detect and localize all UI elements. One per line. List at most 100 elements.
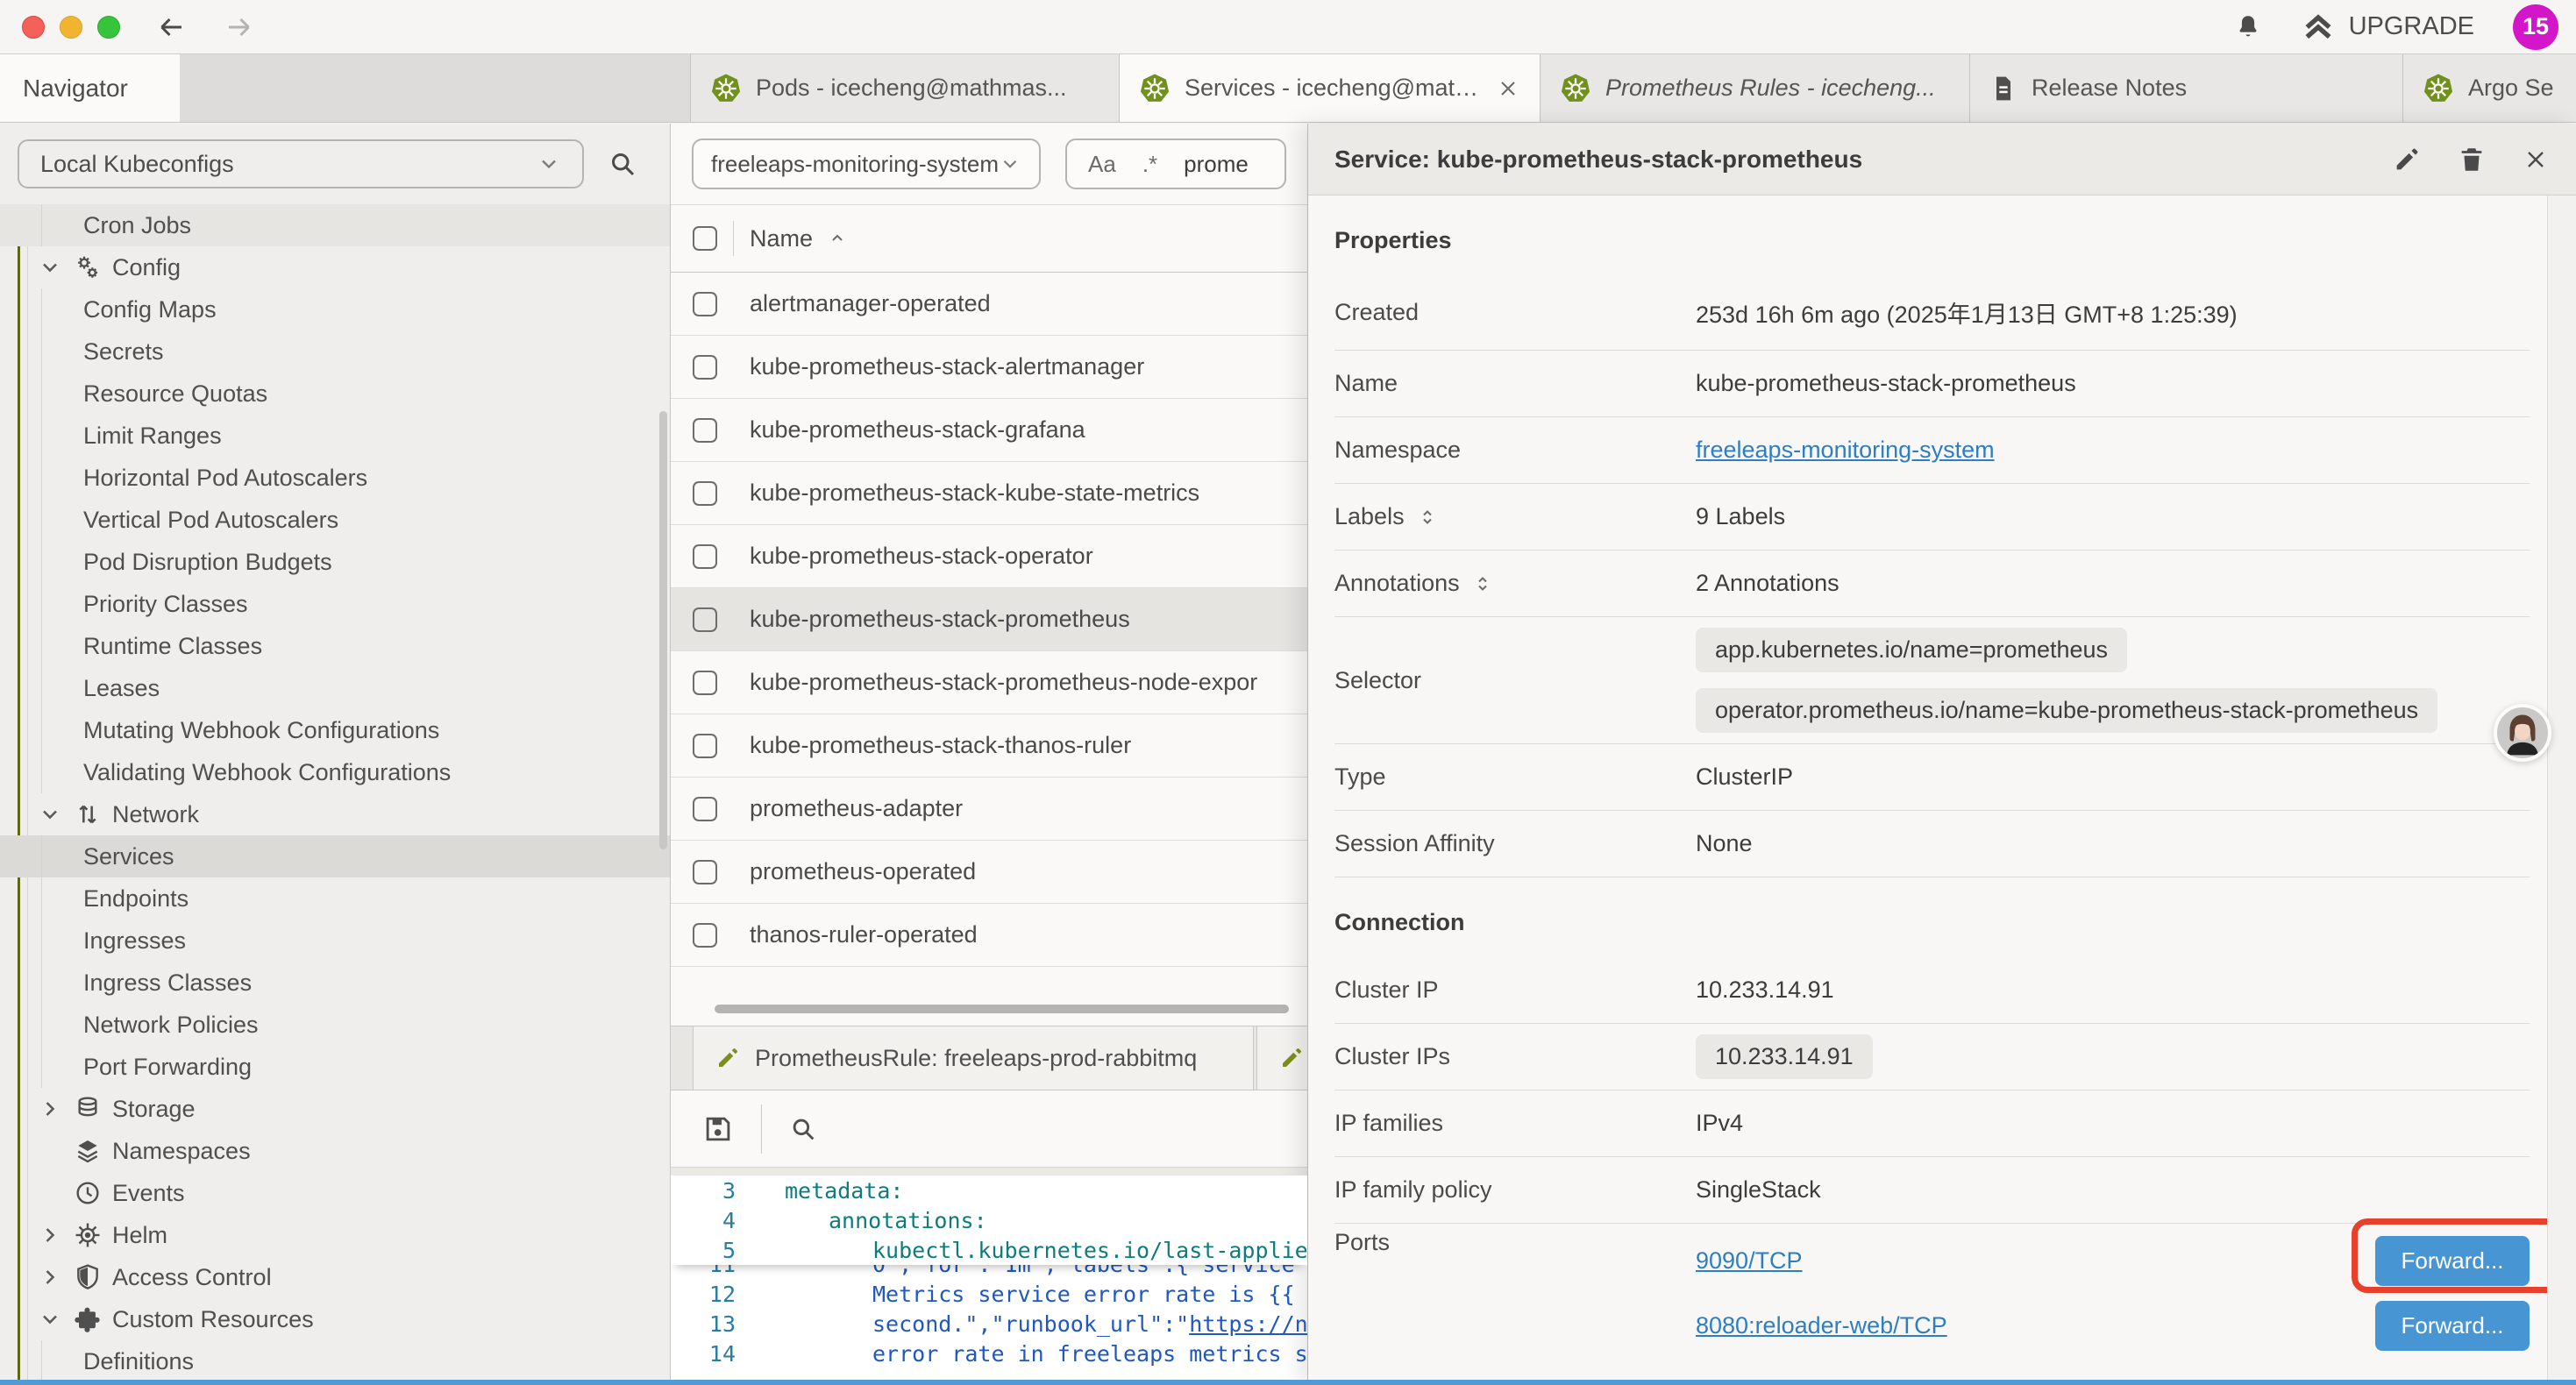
upgrade-button[interactable]: UPGRADE — [2302, 11, 2474, 44]
row-checkbox[interactable] — [693, 544, 717, 569]
table-row[interactable]: alertmanager-operated — [671, 273, 1307, 336]
sidebar-item-network[interactable]: Network — [0, 793, 670, 835]
port-link[interactable]: 9090/TCP — [1696, 1247, 1803, 1275]
sidebar-item-priority-classes[interactable]: Priority Classes — [0, 583, 670, 625]
forward-button[interactable]: Forward... — [2375, 1236, 2530, 1286]
table-row[interactable]: kube-prometheus-stack-kube-state-metrics — [671, 462, 1307, 525]
back-arrow-icon[interactable] — [155, 11, 187, 43]
sidebar-item-namespaces[interactable]: Namespaces — [0, 1130, 670, 1172]
sidebar-item-label: Pod Disruption Budgets — [83, 549, 332, 576]
expander-icon[interactable] — [1472, 573, 1493, 594]
row-checkbox[interactable] — [693, 923, 717, 948]
table-row[interactable]: prometheus-operated — [671, 841, 1307, 904]
forward-button[interactable]: Forward... — [2375, 1301, 2530, 1351]
search-icon[interactable] — [607, 148, 638, 180]
tab-argo-se[interactable]: Argo Se — [2403, 54, 2576, 122]
editor-tab[interactable] — [1256, 1026, 1308, 1090]
sidebar-item-custom-resources[interactable]: Custom Resources — [0, 1298, 670, 1340]
bell-icon[interactable] — [2233, 12, 2263, 42]
close-icon[interactable] — [2522, 146, 2550, 174]
row-checkbox[interactable] — [693, 418, 717, 443]
property-row-type: TypeClusterIP — [1334, 744, 2530, 811]
sidebar-item-access-control[interactable]: Access Control — [0, 1256, 670, 1298]
row-checkbox[interactable] — [693, 607, 717, 632]
delete-icon[interactable] — [2457, 145, 2487, 174]
table-row[interactable]: kube-prometheus-stack-prometheus — [671, 588, 1307, 651]
match-case-toggle[interactable]: Aa — [1088, 151, 1116, 178]
table-row[interactable]: kube-prometheus-stack-grafana — [671, 399, 1307, 462]
row-checkbox[interactable] — [693, 671, 717, 695]
table-row[interactable]: kube-prometheus-stack-operator — [671, 525, 1307, 588]
sidebar-item-vertical-pod-autoscalers[interactable]: Vertical Pod Autoscalers — [0, 499, 670, 541]
row-checkbox[interactable] — [693, 860, 717, 884]
row-checkbox[interactable] — [693, 797, 717, 821]
tab-prometheus-rules-icecheng-[interactable]: Prometheus Rules - icecheng... — [1541, 54, 1970, 122]
sticky-scroll-lines: 3metadata:4annotations:5kubectl.kubernet… — [671, 1175, 1307, 1265]
table-row[interactable]: thanos-ruler-operated — [671, 904, 1307, 967]
minimize-window-button[interactable] — [60, 16, 82, 39]
sidebar-item-definitions[interactable]: Definitions — [0, 1340, 670, 1382]
table-row[interactable]: kube-prometheus-stack-thanos-ruler — [671, 714, 1307, 778]
editor-tab-prometheusrule-freeleaps-prod-[interactable]: PrometheusRule: freeleaps-prod-rabbitmq — [693, 1026, 1254, 1090]
maximize-window-button[interactable] — [97, 16, 120, 39]
edit-icon[interactable] — [2392, 145, 2422, 174]
sidebar-item-storage[interactable]: Storage — [0, 1088, 670, 1130]
property-row-selector: Selectorapp.kubernetes.io/name=prometheu… — [1334, 617, 2530, 744]
editor-search-icon[interactable] — [788, 1114, 818, 1144]
sidebar-item-horizontal-pod-autoscalers[interactable]: Horizontal Pod Autoscalers — [0, 457, 670, 499]
sidebar-item-services[interactable]: Services — [0, 835, 670, 877]
property-row-labels: Labels9 Labels — [1334, 484, 2530, 550]
port-link[interactable]: 8080:reloader-web/TCP — [1696, 1312, 1947, 1339]
sidebar-item-network-policies[interactable]: Network Policies — [0, 1004, 670, 1046]
sidebar-item-leases[interactable]: Leases — [0, 667, 670, 709]
table-row[interactable]: kube-prometheus-stack-prometheus-node-ex… — [671, 651, 1307, 714]
namespace-filter-select[interactable]: freeleaps-monitoring-system — [692, 138, 1041, 189]
drawer-scroll-gutter[interactable] — [2547, 195, 2576, 1380]
row-checkbox[interactable] — [693, 292, 717, 316]
tab-pods-icecheng-mathmas-[interactable]: Pods - icecheng@mathmas... — [690, 54, 1120, 122]
sidebar-item-events[interactable]: Events — [0, 1172, 670, 1214]
sidebar-item-config[interactable]: Config — [0, 246, 670, 288]
navigator-panel-tab[interactable]: Navigator — [0, 54, 180, 122]
sidebar-item-validating-webhook-configurations[interactable]: Validating Webhook Configurations — [0, 751, 670, 793]
sidebar-item-secrets[interactable]: Secrets — [0, 330, 670, 373]
kubeconfig-select[interactable]: Local Kubeconfigs — [18, 139, 584, 188]
row-checkbox[interactable] — [693, 734, 717, 758]
app-tabs: Pods - icecheng@mathmas...Services - ice… — [690, 54, 2576, 122]
sort-ascending-icon — [827, 228, 848, 249]
row-checkbox[interactable] — [693, 355, 717, 380]
tab-close-icon[interactable] — [1496, 76, 1520, 101]
expander-icon[interactable] — [1417, 507, 1438, 528]
namespace-link[interactable]: freeleaps-monitoring-system — [1696, 437, 2530, 464]
regex-toggle[interactable]: .* — [1142, 151, 1157, 178]
select-all-checkbox[interactable] — [693, 226, 717, 251]
yaml-editor[interactable]: 3metadata:4annotations:5kubectl.kubernet… — [671, 1175, 1307, 1380]
avatar[interactable] — [2494, 704, 2551, 762]
table-search-input[interactable]: Aa .* prome — [1065, 138, 1286, 189]
sidebar-item-helm[interactable]: Helm — [0, 1214, 670, 1256]
close-window-button[interactable] — [22, 16, 45, 39]
table-row[interactable]: kube-prometheus-stack-alertmanager — [671, 336, 1307, 399]
sidebar-item-limit-ranges[interactable]: Limit Ranges — [0, 415, 670, 457]
table-row[interactable]: prometheus-adapter — [671, 778, 1307, 841]
sidebar-item-runtime-classes[interactable]: Runtime Classes — [0, 625, 670, 667]
sidebar-item-pod-disruption-budgets[interactable]: Pod Disruption Budgets — [0, 541, 670, 583]
forward-arrow-icon[interactable] — [224, 11, 255, 43]
sidebar-item-resource-quotas[interactable]: Resource Quotas — [0, 373, 670, 415]
sidebar-item-ingresses[interactable]: Ingresses — [0, 920, 670, 962]
sidebar-item-config-maps[interactable]: Config Maps — [0, 288, 670, 330]
sidebar-item-cron-jobs[interactable]: Cron Jobs — [0, 204, 670, 246]
horizontal-scrollbar[interactable] — [715, 1005, 1289, 1013]
sidebar-item-port-forwarding[interactable]: Port Forwarding — [0, 1046, 670, 1088]
navigator-scrollbar[interactable] — [659, 411, 667, 849]
row-checkbox[interactable] — [693, 481, 717, 506]
tab-services-icecheng-math-[interactable]: Services - icecheng@math... — [1120, 54, 1541, 122]
name-column-header[interactable]: Name — [750, 225, 848, 252]
sidebar-item-endpoints[interactable]: Endpoints — [0, 877, 670, 920]
sidebar-item-label: Validating Webhook Configurations — [83, 759, 451, 786]
sidebar-item-mutating-webhook-configurations[interactable]: Mutating Webhook Configurations — [0, 709, 670, 751]
sidebar-item-ingress-classes[interactable]: Ingress Classes — [0, 962, 670, 1004]
notification-badge[interactable]: 15 — [2513, 4, 2558, 50]
save-icon[interactable] — [701, 1112, 735, 1146]
tab-release-notes[interactable]: Release Notes — [1970, 54, 2403, 122]
